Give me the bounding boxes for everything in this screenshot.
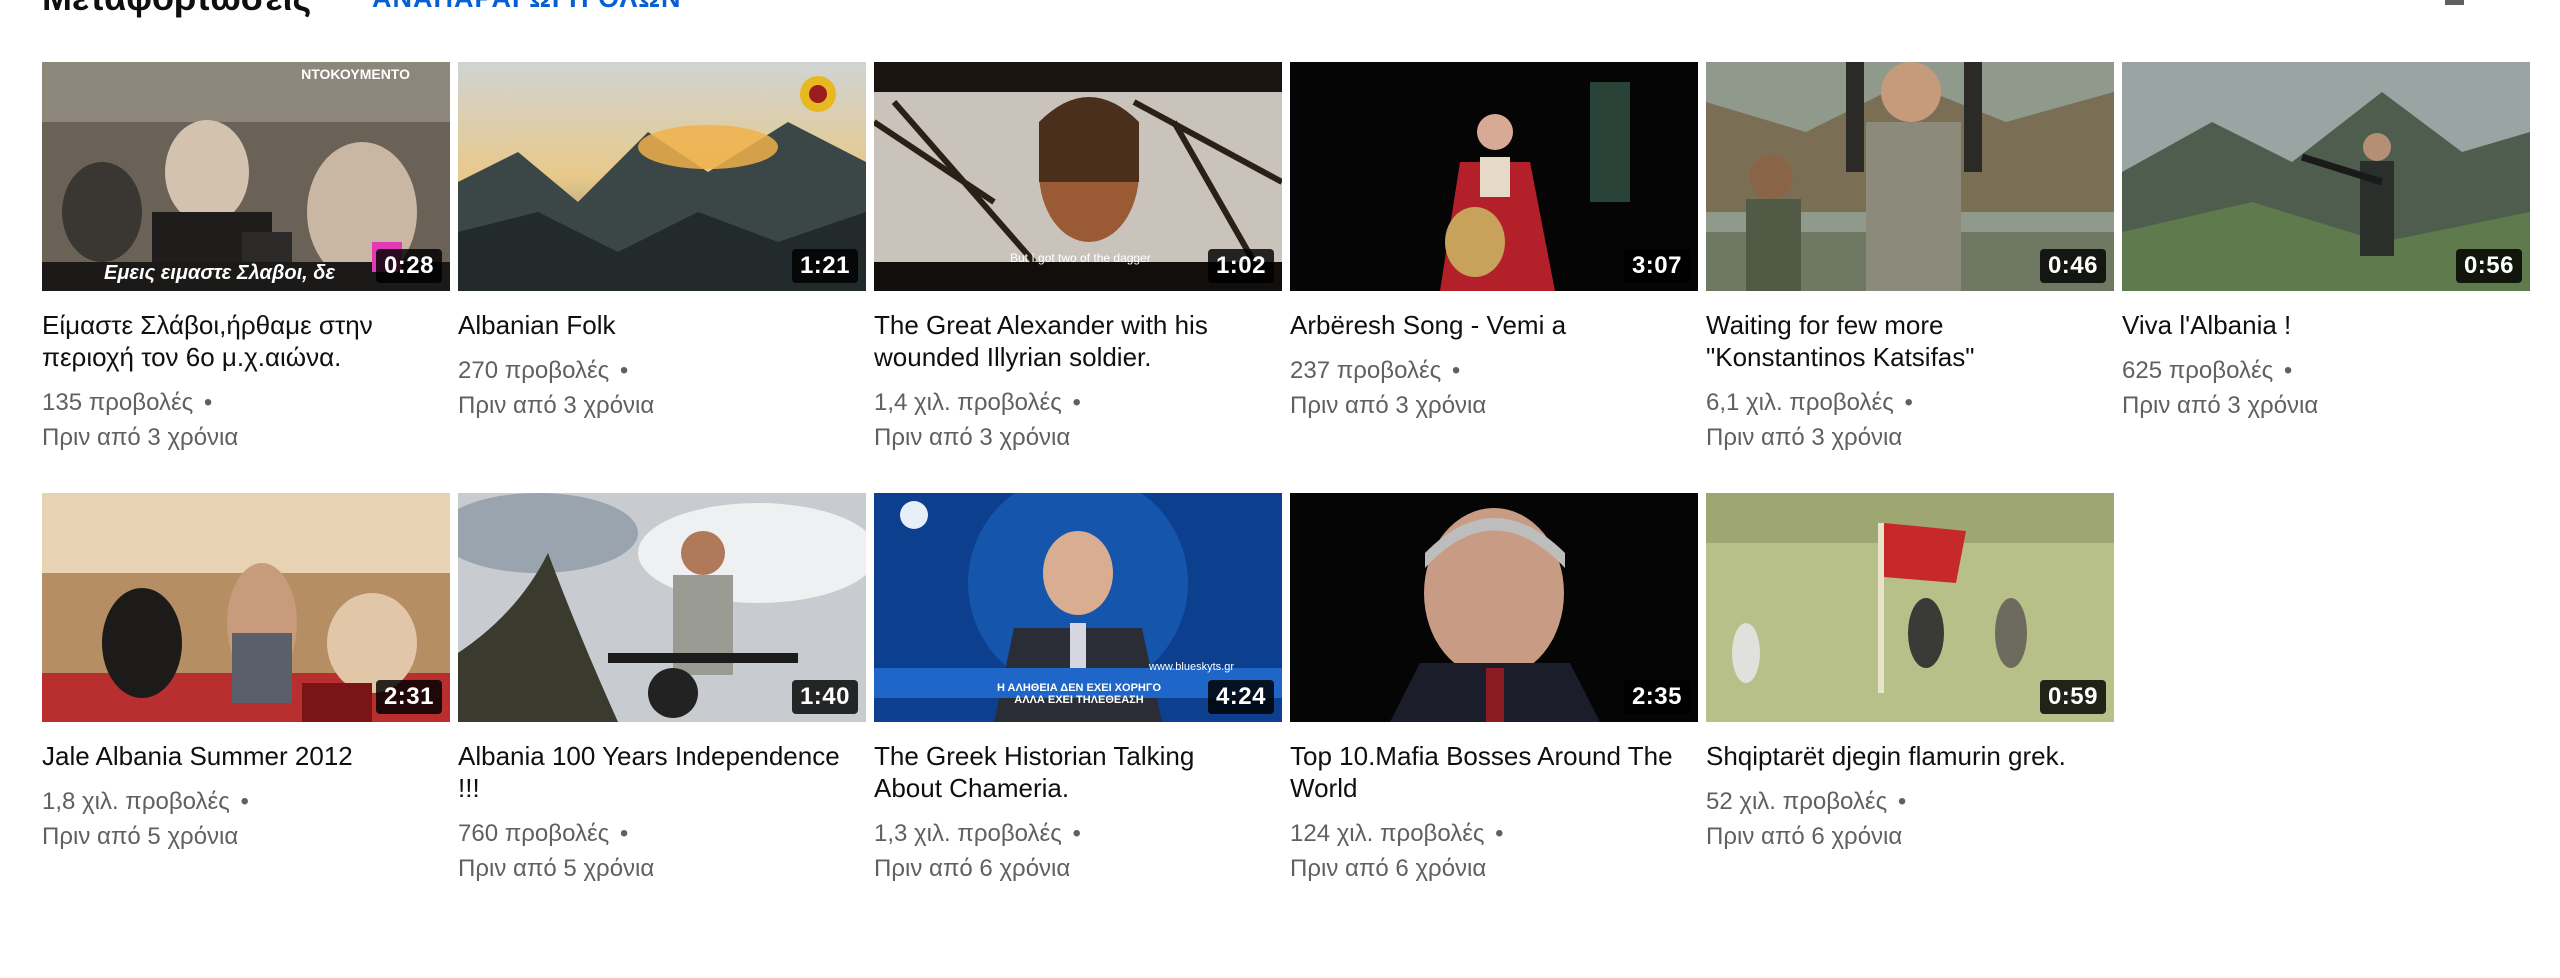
video-thumbnail[interactable]: 1:40 <box>458 493 866 722</box>
video-thumbnail[interactable]: 0:46 <box>1706 62 2114 291</box>
video-stats: 270 προβολές Πριν από 3 χρόνια <box>458 353 842 423</box>
video-title[interactable]: Albania 100 Years Independence !!! <box>458 740 842 804</box>
video-card[interactable]: 0:56 Viva l'Albania ! 625 προβολές Πριν … <box>2122 62 2530 455</box>
video-meta: Shqiptarët djegin flamurin grek. 52 χιλ.… <box>1706 722 2114 854</box>
video-thumbnail[interactable]: But I got two of the dagger 1:02 <box>874 62 1282 291</box>
duration-badge: 1:21 <box>791 249 858 283</box>
video-thumbnail[interactable]: 0:56 <box>2122 62 2530 291</box>
video-grid: ΝΤΟΚΟΥΜΕΝΤΟ Εμεις ειμαστε Σλαβοι, δε 0:2… <box>42 62 2530 886</box>
view-count: 52 χιλ. προβολές <box>1706 788 1906 815</box>
video-stats: 625 προβολές Πριν από 3 χρόνια <box>2122 353 2506 423</box>
video-title[interactable]: Jale Albania Summer 2012 <box>42 740 426 772</box>
uploads-page: Μεταφορτώσεις ΑΝΑΠΑΡΑΓΩΓΗ ΟΛΩΝ ΝΤΟΚΟΥΜΕΝ… <box>0 0 2560 978</box>
duration-badge: 2:31 <box>375 680 442 714</box>
upload-age: Πριν από 6 χρόνια <box>1290 855 1487 882</box>
view-count: 1,3 χιλ. προβολές <box>874 820 1081 847</box>
view-count: 1,4 χιλ. προβολές <box>874 389 1081 416</box>
video-meta: Jale Albania Summer 2012 1,8 χιλ. προβολ… <box>42 722 450 854</box>
video-stats: 760 προβολές Πριν από 5 χρόνια <box>458 816 842 886</box>
video-title[interactable]: Waiting for few more "Konstantinos Katsi… <box>1706 309 2090 373</box>
video-meta: Viva l'Albania ! 625 προβολές Πριν από 3… <box>2122 291 2530 423</box>
video-title[interactable]: The Greek Historian Talking About Chamer… <box>874 740 1258 804</box>
video-card[interactable]: 0:46 Waiting for few more "Konstantinos … <box>1706 62 2114 455</box>
upload-age: Πριν από 3 χρόνια <box>1290 392 1487 419</box>
video-title[interactable]: Top 10.Mafia Bosses Around The World <box>1290 740 1674 804</box>
video-title[interactable]: Arbëresh Song - Vemi a <box>1290 309 1674 341</box>
thumbnail-overlay-text: Η ΑΛΗΘΕΙΑ ΔΕΝ ΕΧΕΙ ΧΟΡΗΓΟ ΑΛΛΑ ΕΧΕΙ ΤΗΛΕ… <box>996 682 1162 706</box>
video-title[interactable]: Albanian Folk <box>458 309 842 341</box>
video-meta: Waiting for few more "Konstantinos Katsi… <box>1706 291 2114 455</box>
thumbnail-overlay-text: Εμεις ειμαστε Σλαβοι, δε <box>104 262 336 284</box>
sort-icon[interactable] <box>2445 0 2464 5</box>
video-thumbnail[interactable]: 1:21 <box>458 62 866 291</box>
upload-age: Πριν από 3 χρόνια <box>874 424 1071 451</box>
video-thumbnail[interactable]: 0:59 <box>1706 493 2114 722</box>
duration-badge: 1:40 <box>791 680 858 714</box>
video-stats: 1,8 χιλ. προβολές Πριν από 5 χρόνια <box>42 784 426 854</box>
section-title: Μεταφορτώσεις <box>42 0 311 18</box>
view-count: 625 προβολές <box>2122 357 2292 384</box>
upload-age: Πριν από 6 χρόνια <box>1706 823 1903 850</box>
upload-age: Πριν από 3 χρόνια <box>458 392 655 419</box>
view-count: 124 χιλ. προβολές <box>1290 820 1504 847</box>
view-count: 760 προβολές <box>458 820 628 847</box>
video-title[interactable]: Είμαστε Σλάβοι,ήρθαμε στην περιοχή τον 6… <box>42 309 426 373</box>
view-count: 135 προβολές <box>42 389 212 416</box>
video-thumbnail[interactable]: 2:31 <box>42 493 450 722</box>
video-meta: The Great Alexander with his wounded Ill… <box>874 291 1282 455</box>
duration-badge: 0:59 <box>2039 680 2106 714</box>
video-card[interactable]: 1:40 Albania 100 Years Independence !!! … <box>458 493 866 886</box>
video-title[interactable]: Shqiptarët djegin flamurin grek. <box>1706 740 2090 772</box>
video-stats: 1,4 χιλ. προβολές Πριν από 3 χρόνια <box>874 385 1258 455</box>
video-meta: Top 10.Mafia Bosses Around The World 124… <box>1290 722 1698 886</box>
video-thumbnail[interactable]: 3:07 <box>1290 62 1698 291</box>
thumbnail-overlay-text: But I got two of the dagger <box>1010 251 1151 265</box>
upload-age: Πριν από 3 χρόνια <box>1706 424 1903 451</box>
video-stats: 124 χιλ. προβολές Πριν από 6 χρόνια <box>1290 816 1674 886</box>
video-meta: Είμαστε Σλάβοι,ήρθαμε στην περιοχή τον 6… <box>42 291 450 455</box>
video-card[interactable]: 3:07 Arbëresh Song - Vemi a 237 προβολές… <box>1290 62 1698 455</box>
uploads-header: Μεταφορτώσεις ΑΝΑΠΑΡΑΓΩΓΗ ΟΛΩΝ <box>0 0 2560 18</box>
video-stats: 52 χιλ. προβολές Πριν από 6 χρόνια <box>1706 784 2090 854</box>
video-meta: The Greek Historian Talking About Chamer… <box>874 722 1282 886</box>
view-count: 1,8 χιλ. προβολές <box>42 788 249 815</box>
video-stats: 135 προβολές Πριν από 3 χρόνια <box>42 385 426 455</box>
video-card[interactable]: 1:21 Albanian Folk 270 προβολές Πριν από… <box>458 62 866 455</box>
video-thumbnail[interactable]: 2:35 <box>1290 493 1698 722</box>
duration-badge: 0:56 <box>2455 249 2522 283</box>
upload-age: Πριν από 3 χρόνια <box>2122 392 2319 419</box>
video-card[interactable]: www.blueskyts.gr Η ΑΛΗΘΕΙΑ ΔΕΝ ΕΧΕΙ ΧΟΡΗ… <box>874 493 1282 886</box>
play-all-button[interactable]: ΑΝΑΠΑΡΑΓΩΓΗ ΟΛΩΝ <box>372 0 682 18</box>
video-thumbnail[interactable]: www.blueskyts.gr Η ΑΛΗΘΕΙΑ ΔΕΝ ΕΧΕΙ ΧΟΡΗ… <box>874 493 1282 722</box>
video-card[interactable]: ΝΤΟΚΟΥΜΕΝΤΟ Εμεις ειμαστε Σλαβοι, δε 0:2… <box>42 62 450 455</box>
video-card[interactable]: 2:31 Jale Albania Summer 2012 1,8 χιλ. π… <box>42 493 450 886</box>
thumbnail-overlay-text: ΝΤΟΚΟΥΜΕΝΤΟ <box>301 66 410 82</box>
view-count: 237 προβολές <box>1290 357 1460 384</box>
upload-age: Πριν από 6 χρόνια <box>874 855 1071 882</box>
duration-badge: 0:46 <box>2039 249 2106 283</box>
video-card[interactable]: 2:35 Top 10.Mafia Bosses Around The Worl… <box>1290 493 1698 886</box>
upload-age: Πριν από 5 χρόνια <box>458 855 655 882</box>
duration-badge: 2:35 <box>1623 680 1690 714</box>
video-meta: Albania 100 Years Independence !!! 760 π… <box>458 722 866 886</box>
duration-badge: 3:07 <box>1623 249 1690 283</box>
video-stats: 237 προβολές Πριν από 3 χρόνια <box>1290 353 1674 423</box>
duration-badge: 0:28 <box>375 249 442 283</box>
video-card[interactable]: But I got two of the dagger 1:02 The Gre… <box>874 62 1282 455</box>
duration-badge: 4:24 <box>1207 680 1274 714</box>
upload-age: Πριν από 3 χρόνια <box>42 424 239 451</box>
view-count: 6,1 χιλ. προβολές <box>1706 389 1913 416</box>
video-thumbnail[interactable]: ΝΤΟΚΟΥΜΕΝΤΟ Εμεις ειμαστε Σλαβοι, δε 0:2… <box>42 62 450 291</box>
upload-age: Πριν από 5 χρόνια <box>42 823 239 850</box>
thumbnail-overlay-text: www.blueskyts.gr <box>1149 661 1234 673</box>
video-meta: Arbëresh Song - Vemi a 237 προβολές Πριν… <box>1290 291 1698 423</box>
video-title[interactable]: The Great Alexander with his wounded Ill… <box>874 309 1258 373</box>
video-stats: 1,3 χιλ. προβολές Πριν από 6 χρόνια <box>874 816 1258 886</box>
video-stats: 6,1 χιλ. προβολές Πριν από 3 χρόνια <box>1706 385 2090 455</box>
video-title[interactable]: Viva l'Albania ! <box>2122 309 2506 341</box>
duration-badge: 1:02 <box>1207 249 1274 283</box>
video-meta: Albanian Folk 270 προβολές Πριν από 3 χρ… <box>458 291 866 423</box>
video-card[interactable]: 0:59 Shqiptarët djegin flamurin grek. 52… <box>1706 493 2114 886</box>
view-count: 270 προβολές <box>458 357 628 384</box>
